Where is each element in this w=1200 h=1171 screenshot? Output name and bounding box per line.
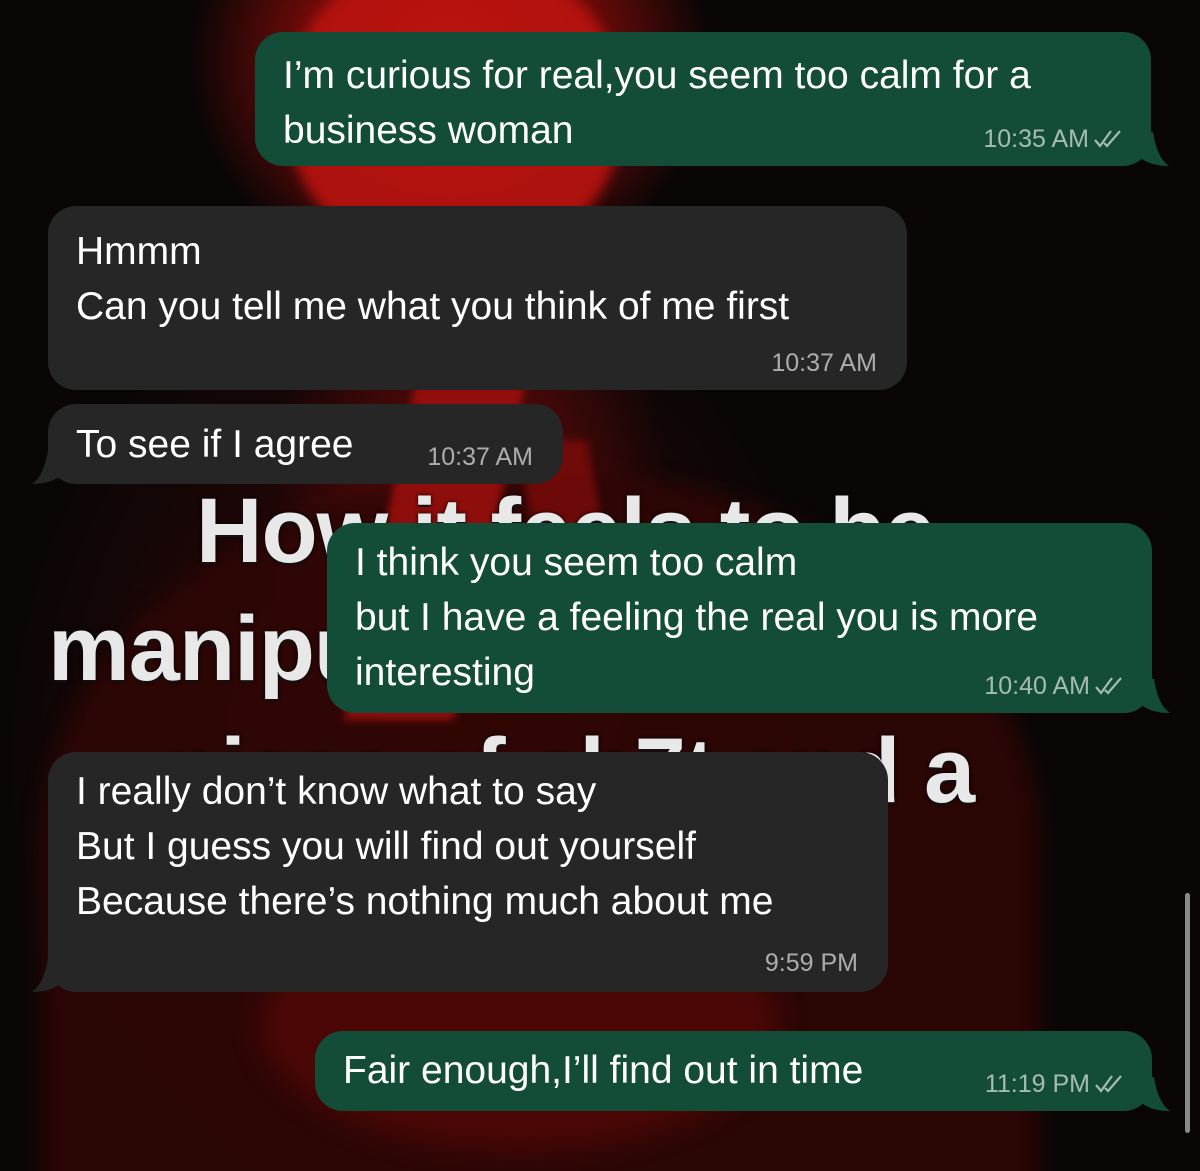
- scrollbar[interactable]: [1185, 893, 1190, 1133]
- message-text: Hmmm Can you tell me what you think of m…: [76, 230, 790, 328]
- message-text: I really don’t know what to say But I gu…: [76, 770, 774, 923]
- outgoing-message[interactable]: Fair enough,I’ll find out in time 11:19 …: [315, 1031, 1152, 1111]
- message-meta: 10:40 AM: [984, 671, 1124, 701]
- outgoing-message[interactable]: I think you seem too calm but I have a f…: [327, 523, 1152, 713]
- message-time: 10:40 AM: [984, 672, 1090, 700]
- message-time: 10:37 AM: [427, 443, 533, 471]
- incoming-message[interactable]: To see if I agree 10:37 AM: [48, 404, 563, 484]
- message-time: 10:37 AM: [771, 349, 877, 377]
- incoming-bubble-tail: [32, 450, 66, 484]
- incoming-message[interactable]: Hmmm Can you tell me what you think of m…: [48, 206, 907, 390]
- message-time: 11:19 PM: [984, 1070, 1090, 1098]
- message-meta: 10:35 AM: [983, 124, 1123, 154]
- outgoing-bubble-tail: [1135, 132, 1169, 166]
- message-time: 10:35 AM: [983, 125, 1089, 153]
- double-check-icon: [1095, 677, 1122, 695]
- wallpaper-caption-line2: manipu: [48, 598, 370, 700]
- double-check-icon: [1095, 1075, 1122, 1093]
- incoming-bubble-tail: [32, 958, 66, 992]
- message-meta: 11:19 PM: [985, 1069, 1124, 1099]
- message-time: 9:59 PM: [764, 949, 858, 977]
- double-check-icon: [1094, 130, 1121, 148]
- incoming-message[interactable]: I really don’t know what to say But I gu…: [48, 752, 888, 992]
- outgoing-bubble-tail: [1136, 679, 1170, 713]
- outgoing-bubble-tail: [1136, 1077, 1170, 1111]
- outgoing-message[interactable]: I’m curious for real,you seem too calm f…: [255, 32, 1151, 166]
